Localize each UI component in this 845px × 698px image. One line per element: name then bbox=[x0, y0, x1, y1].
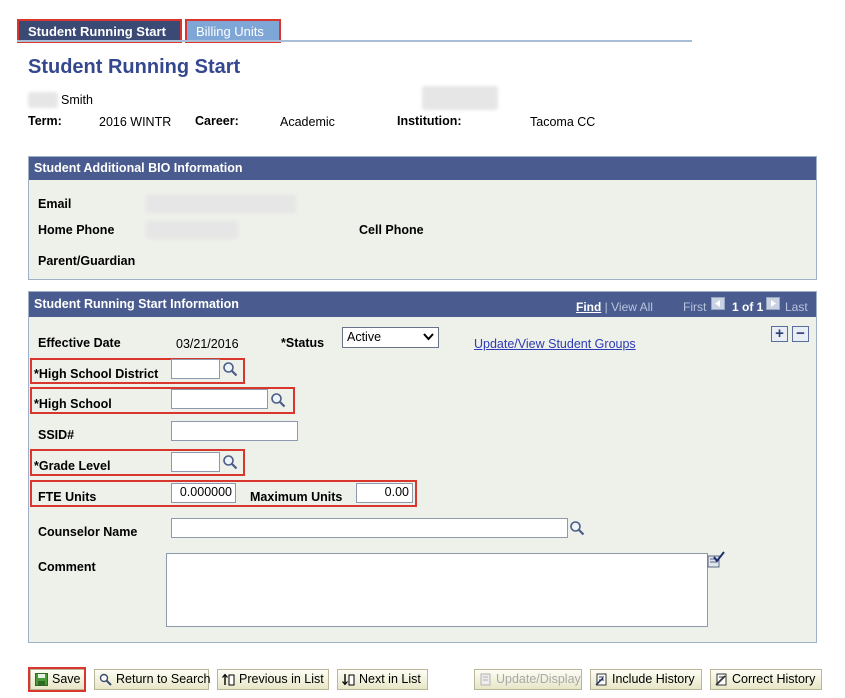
search-icon[interactable] bbox=[569, 520, 585, 536]
counselor-name-input[interactable] bbox=[171, 518, 568, 538]
delete-row-button[interactable]: − bbox=[792, 326, 809, 342]
arrow-up-list-icon bbox=[222, 673, 235, 686]
previous-row-button[interactable] bbox=[711, 297, 725, 310]
hs-district-input[interactable] bbox=[171, 359, 220, 379]
update-view-student-groups-link[interactable]: Update/View Student Groups bbox=[474, 337, 636, 351]
find-link[interactable]: Find bbox=[576, 300, 601, 314]
update-display-label: Update/Display bbox=[496, 672, 581, 686]
chevron-down-icon bbox=[423, 333, 434, 341]
search-icon[interactable] bbox=[222, 361, 238, 377]
term-value: 2016 WINTR bbox=[99, 115, 172, 129]
bio-group: Student Additional BIO Information bbox=[28, 156, 817, 280]
correct-history-icon bbox=[715, 673, 727, 686]
institution-value: Tacoma CC bbox=[530, 115, 596, 129]
bio-group-header: Student Additional BIO Information bbox=[29, 157, 816, 180]
redacted-email bbox=[146, 195, 296, 213]
fte-units-label: FTE Units bbox=[38, 490, 97, 504]
redacted-first-name bbox=[28, 92, 58, 108]
parent-guardian-label: Parent/Guardian bbox=[38, 254, 136, 268]
ssid-input[interactable] bbox=[171, 421, 298, 441]
status-select-value: Active bbox=[347, 330, 382, 344]
nav-separator: | bbox=[604, 300, 608, 314]
counselor-name-label: Counselor Name bbox=[38, 525, 138, 539]
include-history-icon bbox=[595, 673, 607, 686]
page-title: Student Running Start bbox=[28, 56, 241, 78]
max-units-label: Maximum Units bbox=[250, 490, 343, 504]
comment-textarea[interactable] bbox=[166, 553, 708, 627]
plus-icon: + bbox=[775, 325, 784, 342]
grid-nav: Find | View All bbox=[576, 300, 653, 314]
status-label: *Status bbox=[281, 336, 325, 350]
next-in-list-label: Next in List bbox=[359, 672, 421, 686]
search-icon[interactable] bbox=[270, 392, 286, 408]
status-select[interactable]: Active bbox=[342, 327, 439, 348]
correct-history-label: Correct History bbox=[732, 672, 816, 686]
term-label: Term: bbox=[28, 114, 62, 128]
career-label: Career: bbox=[195, 114, 239, 128]
effective-date-value: 03/21/2016 bbox=[176, 337, 239, 351]
previous-in-list-button[interactable]: Previous in List bbox=[217, 669, 329, 690]
update-display-icon bbox=[480, 673, 491, 686]
include-history-button[interactable]: Include History bbox=[590, 669, 702, 690]
previous-in-list-label: Previous in List bbox=[239, 672, 324, 686]
cell-phone-label: Cell Phone bbox=[359, 223, 424, 237]
update-display-button[interactable]: Update/Display bbox=[474, 669, 582, 690]
high-school-input[interactable] bbox=[171, 389, 268, 409]
home-phone-label: Home Phone bbox=[38, 223, 115, 237]
redacted-home-phone bbox=[146, 221, 238, 239]
ssid-label: SSID# bbox=[38, 428, 75, 442]
next-in-list-button[interactable]: Next in List bbox=[337, 669, 428, 690]
comment-label: Comment bbox=[38, 560, 96, 574]
row-count: 1 of 1 bbox=[732, 300, 764, 314]
return-to-search-label: Return to Search bbox=[116, 672, 211, 686]
correct-history-button[interactable]: Correct History bbox=[710, 669, 822, 690]
tab-underline bbox=[17, 40, 692, 42]
grade-level-input[interactable] bbox=[171, 452, 220, 472]
search-icon[interactable] bbox=[222, 454, 238, 470]
search-icon bbox=[99, 673, 112, 686]
first-label: First bbox=[683, 300, 707, 314]
add-row-button[interactable]: + bbox=[771, 326, 788, 342]
fte-units-input[interactable]: 0.000000 bbox=[171, 483, 236, 503]
include-history-label: Include History bbox=[612, 672, 695, 686]
view-all-link[interactable]: View All bbox=[611, 300, 653, 314]
effective-date-label: Effective Date bbox=[38, 336, 121, 350]
max-units-input[interactable]: 0.00 bbox=[356, 483, 413, 503]
spellcheck-icon[interactable] bbox=[706, 551, 726, 569]
high-school-label: *High School bbox=[34, 397, 112, 411]
triangle-left-icon bbox=[715, 300, 720, 307]
triangle-right-icon bbox=[771, 300, 776, 307]
hs-district-label: *High School District bbox=[34, 367, 159, 381]
career-value: Academic bbox=[280, 115, 335, 129]
email-label: Email bbox=[38, 197, 72, 211]
last-label: Last bbox=[785, 300, 808, 314]
running-start-header-title: Student Running Start Information bbox=[34, 297, 239, 311]
minus-icon: − bbox=[796, 325, 805, 342]
grade-level-label: *Grade Level bbox=[34, 459, 111, 473]
student-name: Smith bbox=[61, 93, 93, 107]
next-row-button[interactable] bbox=[766, 297, 780, 310]
return-to-search-button[interactable]: Return to Search bbox=[94, 669, 211, 690]
institution-label: Institution: bbox=[397, 114, 462, 128]
arrow-down-list-icon bbox=[342, 674, 355, 686]
highlight-save bbox=[28, 667, 86, 692]
redacted-student-id bbox=[422, 86, 498, 110]
